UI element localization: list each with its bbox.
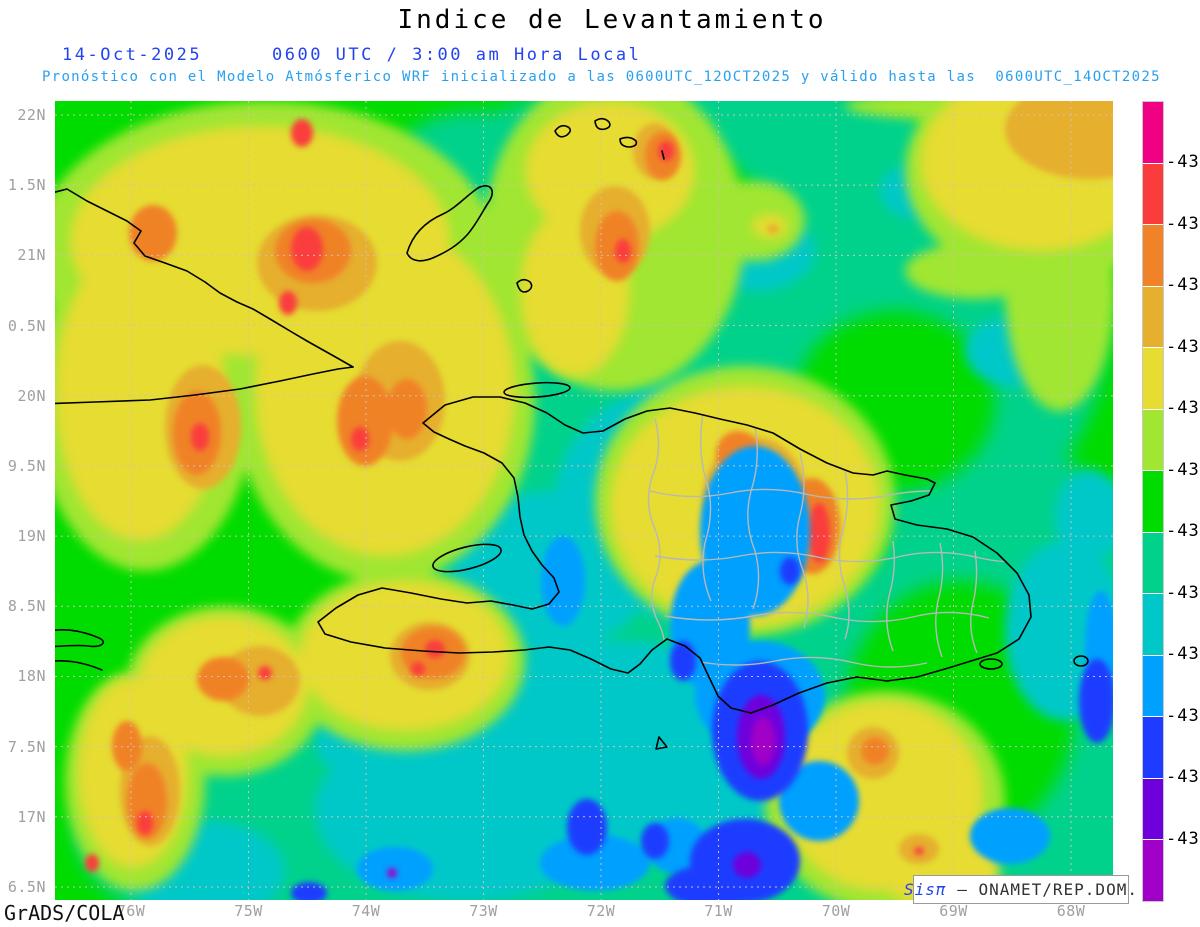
lon-tick-label: 73W [469, 902, 498, 920]
lat-tick-label: 22N [17, 106, 46, 124]
colorbar-tick-label: -43.4 [1166, 336, 1200, 357]
lon-tick-label: 68W [1056, 902, 1086, 920]
lat-tick-label: 0.5N [7, 316, 46, 335]
colorbar-segment [1143, 163, 1163, 225]
grads-credit: GrADS/COLA [4, 901, 125, 925]
colorbar-segment [1143, 286, 1163, 348]
lon-tick-label: 69W [939, 902, 968, 920]
colorbar-segment [1143, 471, 1163, 532]
lat-tick-label: 9.5N [7, 456, 46, 475]
watermark-separator: — [946, 880, 979, 899]
watermark-org-name: ONAMET/REP.DOM. [978, 880, 1138, 899]
colorbar-segment [1143, 102, 1163, 163]
forecast-subtitle: Pronóstico con el Modelo Atmósferico WRF… [42, 69, 1161, 85]
lon-tick-label: 70W [821, 902, 851, 920]
colorbar-segment [1143, 594, 1163, 655]
valid-time: 0600 UTC / 3:00 am Hora Local [272, 45, 642, 65]
watermark-app-name: Sisπ [904, 880, 947, 899]
colorbar-tick-label: -43.8 [1166, 767, 1200, 788]
lon-tick-label: 74W [351, 902, 381, 920]
lat-tick-label: 7.5N [7, 737, 46, 756]
lat-tick-label: 8.5N [7, 597, 46, 616]
weather-map-page: Indice de Levantamiento 14-Oct-2025 0600… [0, 0, 1200, 927]
lon-tick-label: 72W [586, 902, 616, 920]
lat-tick-label: 19N [17, 527, 46, 546]
colorbar-tick-label: -43.4 [1166, 275, 1200, 296]
colorbar-tick-label: -43.8 [1166, 828, 1200, 849]
lon-tick-label: 71W [704, 902, 733, 920]
lon-tick-label: 75W [234, 902, 263, 920]
colorbar-segment [1143, 778, 1163, 840]
colorbar-segment [1143, 655, 1163, 717]
lat-tick-label: 1.5N [7, 176, 46, 195]
colorbar-tick-label: -43.6 [1166, 582, 1200, 603]
colorbar-tick-label: -43.5 [1166, 459, 1200, 480]
colorbar-segment [1143, 225, 1163, 286]
colorbar-legend [1142, 101, 1164, 902]
colorbar-tick-label: -43.6 [1166, 521, 1200, 542]
lat-tick-label: 6.5N [7, 877, 46, 896]
lat-tick-label: 21N [17, 246, 46, 265]
page-title: Indice de Levantamiento [397, 5, 827, 35]
lat-tick-label: 17N [17, 807, 46, 826]
watermark-box: Sisπ — ONAMET/REP.DOM. [904, 875, 1137, 904]
lat-tick-label: 18N [17, 667, 46, 686]
colorbar-tick-label: -43.3 [1166, 213, 1200, 234]
colorbar-segment [1143, 717, 1163, 778]
lat-tick-label: 20N [17, 386, 46, 405]
colorbar-segment [1143, 348, 1163, 409]
colorbar-segment [1143, 409, 1163, 471]
colorbar-segment [1143, 532, 1163, 594]
colorbar-tick-label: -43.5 [1166, 398, 1200, 419]
colorbar-tick-label: -43.7 [1166, 644, 1200, 665]
colorbar-segment [1143, 840, 1163, 901]
colorbar-tick-label: -43.3 [1166, 152, 1200, 173]
colorbar-tick-label: -43.7 [1166, 705, 1200, 726]
map-canvas [55, 101, 1113, 900]
valid-date: 14-Oct-2025 [62, 45, 203, 65]
